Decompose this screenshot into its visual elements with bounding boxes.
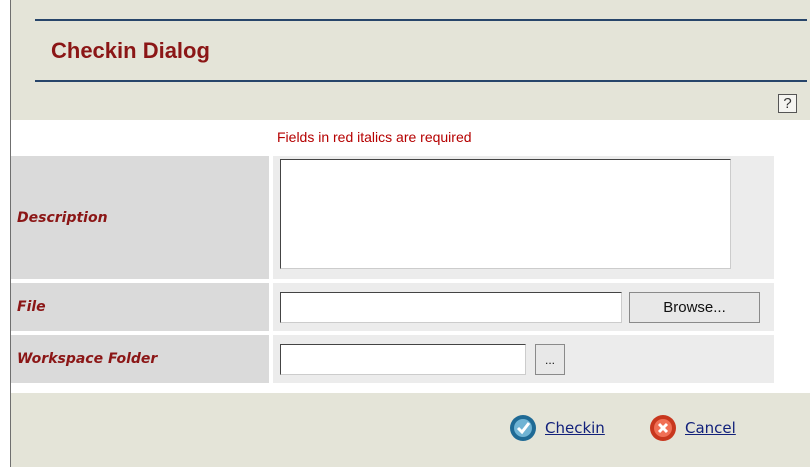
description-label: Description	[11, 156, 269, 279]
dialog-title: Checkin Dialog	[51, 38, 210, 63]
workspace-folder-cell: ...	[273, 335, 774, 383]
x-circle-icon	[650, 415, 676, 441]
help-button[interactable]: ?	[778, 94, 797, 113]
checkin-dialog: Checkin Dialog ? Fields in red italics a…	[10, 0, 810, 467]
description-textarea[interactable]	[280, 159, 731, 269]
form-area: Fields in red italics are required Descr…	[11, 120, 810, 393]
cancel-button[interactable]: Cancel	[649, 414, 736, 442]
check-circle-icon	[510, 415, 536, 441]
title-divider	[35, 80, 807, 82]
top-divider	[35, 19, 807, 21]
description-cell	[273, 156, 774, 279]
workspace-folder-label: Workspace Folder	[11, 335, 269, 383]
file-input[interactable]	[280, 292, 622, 323]
required-fields-note: Fields in red italics are required	[277, 129, 472, 145]
browse-button[interactable]: Browse...	[629, 292, 760, 323]
file-cell: Browse...	[273, 283, 774, 331]
file-label: File	[11, 283, 269, 331]
workspace-folder-input[interactable]	[280, 344, 526, 375]
checkin-label: Checkin	[545, 419, 605, 437]
checkin-button[interactable]: Checkin	[509, 414, 605, 442]
question-mark-icon: ?	[783, 95, 792, 112]
cancel-label: Cancel	[685, 419, 736, 437]
folder-picker-button[interactable]: ...	[535, 344, 565, 375]
